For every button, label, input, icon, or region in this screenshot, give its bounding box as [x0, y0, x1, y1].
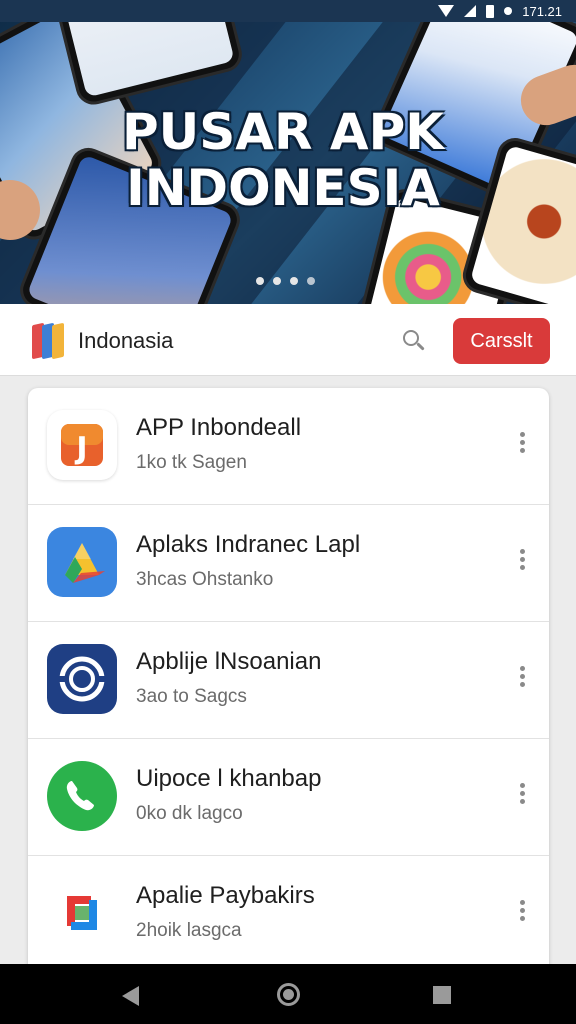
music-note-icon: J — [47, 410, 117, 480]
more-options-icon[interactable] — [518, 783, 526, 807]
hero-title-line1: PUSAR APK — [122, 103, 444, 161]
battery-icon — [486, 4, 495, 18]
app-title: Aplaks Indranec Lapl — [136, 531, 361, 558]
more-options-icon[interactable] — [518, 666, 526, 690]
hero-banner[interactable]: PUSAR APK INDONESIA — [0, 0, 576, 304]
status-bar: 171.21 — [0, 0, 576, 22]
app-list: J APP Inbondeall 1ko tk Sagen Aplaks Ind… — [28, 388, 549, 988]
recent-apps-icon[interactable] — [433, 986, 451, 1004]
app-header: Indonasia Carsslt — [0, 304, 576, 376]
app-title: Uipoce l khanbap — [136, 765, 322, 792]
app-subtitle: 3ao to Sagcs — [136, 686, 247, 707]
notification-icon — [504, 7, 513, 15]
phone-icon — [47, 761, 117, 831]
list-item[interactable]: J APP Inbondeall 1ko tk Sagen — [28, 388, 549, 505]
wifi-icon — [438, 5, 455, 17]
search-icon[interactable] — [403, 330, 425, 352]
list-item[interactable]: Aplaks Indranec Lapl 3hcas Ohstanko — [28, 505, 549, 622]
app-title: Apblije lNsoanian — [136, 648, 322, 675]
svg-text:J: J — [74, 431, 87, 466]
carousel-dot[interactable] — [273, 277, 281, 285]
drive-triangle-icon — [47, 527, 117, 597]
square-logo-icon — [47, 878, 117, 948]
status-time: 171.21 — [522, 3, 562, 19]
app-subtitle: 3hcas Ohstanko — [136, 569, 274, 590]
app-title: APP Inbondeall — [136, 414, 302, 441]
app-subtitle: 0ko dk lagco — [136, 803, 243, 824]
carousel-dot[interactable] — [307, 277, 315, 285]
system-nav-bar — [0, 964, 576, 1024]
signal-icon — [464, 5, 477, 17]
carousel-indicator — [256, 277, 315, 285]
list-item[interactable]: Uipoce l khanbap 0ko dk lagco — [28, 739, 549, 856]
carousel-dot[interactable] — [290, 277, 298, 285]
header-action-button[interactable]: Carsslt — [453, 318, 550, 364]
more-options-icon[interactable] — [518, 900, 526, 924]
app-subtitle: 1ko tk Sagen — [136, 452, 247, 473]
more-options-icon[interactable] — [518, 432, 526, 456]
more-options-icon[interactable] — [518, 549, 526, 573]
carousel-dot[interactable] — [256, 277, 264, 285]
back-icon[interactable] — [122, 986, 139, 1006]
ring-badge-icon — [47, 644, 117, 714]
home-icon[interactable] — [277, 983, 300, 1006]
header-title: Indonasia — [78, 328, 174, 353]
hero-title-line2: INDONESIA — [126, 159, 440, 217]
hero-title: PUSAR APK INDONESIA — [0, 104, 576, 216]
app-logo-icon — [30, 320, 68, 360]
app-title: Apalie Paybakirs — [136, 882, 315, 909]
list-item[interactable]: Apblije lNsoanian 3ao to Sagcs — [28, 622, 549, 739]
list-item[interactable]: Apalie Paybakirs 2hoik lasgca — [28, 856, 549, 973]
app-subtitle: 2hoik lasgca — [136, 920, 242, 941]
